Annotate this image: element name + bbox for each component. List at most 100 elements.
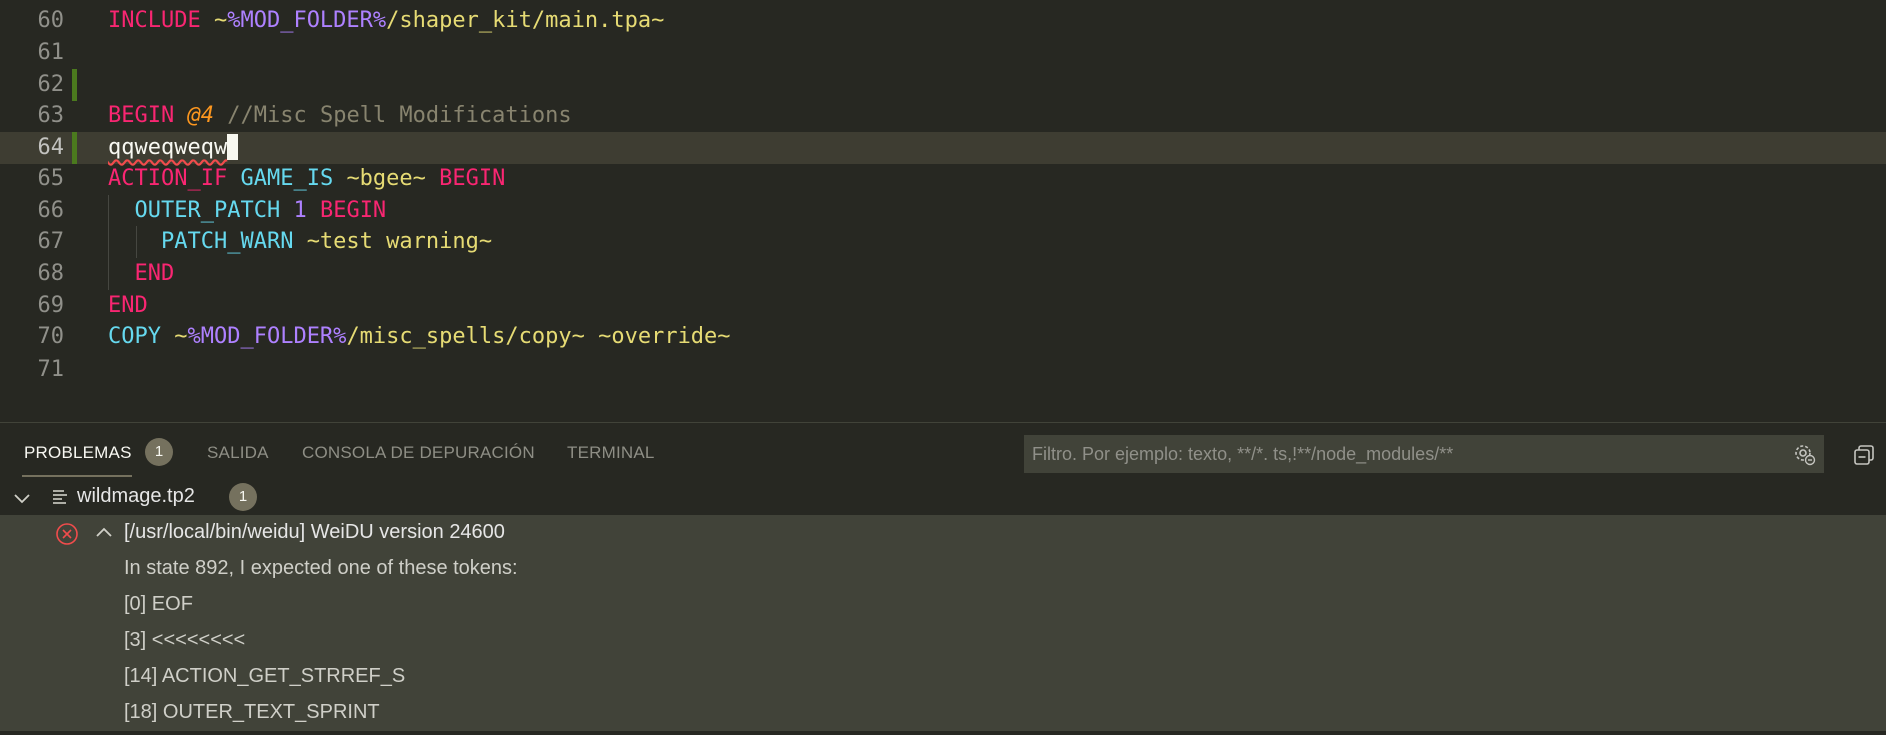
- problem-detail-row[interactable]: [0] EOF: [0, 587, 1886, 623]
- code-token: ~test warning~: [306, 229, 493, 254]
- code-text: END: [108, 290, 148, 322]
- problem-detail: [0] EOF: [124, 593, 193, 615]
- line-number: 71: [37, 357, 65, 382]
- code-token: //Misc Spell Modifications: [227, 103, 572, 128]
- modified-line-marker: [72, 69, 77, 101]
- code-token: COPY: [108, 324, 161, 349]
- code-line[interactable]: 66 OUTER_PATCH 1 BEGIN: [0, 195, 1886, 227]
- code-text: COPY ~%MOD_FOLDER%/misc_spells/copy~ ~ov…: [108, 321, 731, 353]
- problems-filter: [1024, 435, 1824, 473]
- bottom-panel: PROBLEMAS 1 SALIDA CONSOLA DE DEPURACIÓN…: [0, 422, 1886, 735]
- code-token: END: [108, 293, 148, 318]
- code-text: ACTION_IF GAME_IS ~bgee~ BEGIN: [108, 163, 505, 195]
- problem-detail: [3] <<<<<<<<: [124, 629, 246, 651]
- line-number: 63: [37, 103, 65, 128]
- code-line[interactable]: 62: [0, 69, 1886, 101]
- current-line-highlight: [0, 132, 1872, 164]
- code-text: qqweqweqw: [108, 132, 239, 164]
- code-token: %MOD_FOLDER%: [227, 8, 387, 33]
- code-token: ACTION_IF: [108, 166, 228, 191]
- current-code-line[interactable]: 64 qqweqweqw: [0, 132, 1886, 164]
- text-cursor: [227, 133, 239, 160]
- code-token: %MOD_FOLDER%: [187, 324, 347, 349]
- code-text: PATCH_WARN ~test warning~: [108, 226, 492, 258]
- tab-output[interactable]: SALIDA: [207, 443, 269, 463]
- code-token: /shaper_kit/main.tpa~: [386, 8, 665, 33]
- line-number: 62: [37, 72, 65, 97]
- chevron-up-icon[interactable]: [94, 523, 114, 543]
- code-text: END: [108, 258, 175, 290]
- line-number: 60: [37, 8, 65, 33]
- code-line[interactable]: 67 PATCH_WARN ~test warning~: [0, 226, 1886, 258]
- code-token: BEGIN: [108, 103, 175, 128]
- code-text: INCLUDE ~%MOD_FOLDER%/shaper_kit/main.tp…: [108, 5, 664, 37]
- code-token: ~: [174, 324, 188, 349]
- problem-detail: [14] ACTION_GET_STRREF_S: [124, 665, 406, 687]
- file-group-row[interactable]: wildmage.tp2 1: [0, 479, 1886, 515]
- code-token: BEGIN: [319, 198, 387, 223]
- tab-terminal[interactable]: TERMINAL: [567, 443, 655, 463]
- file-problem-count-badge: 1: [229, 483, 257, 511]
- line-number: 67: [37, 229, 65, 254]
- problem-detail: [18] OUTER_TEXT_SPRINT: [124, 701, 380, 723]
- file-name: wildmage.tp2: [77, 485, 195, 507]
- line-number: 61: [37, 40, 65, 65]
- code-text: BEGIN @4 //Misc Spell Modifications: [108, 100, 572, 132]
- code-token: GAME_IS: [240, 166, 334, 191]
- problem-detail-row[interactable]: [14] ACTION_GET_STRREF_S: [0, 659, 1886, 695]
- code-token: @4: [187, 103, 214, 128]
- code-line[interactable]: 60 INCLUDE ~%MOD_FOLDER%/shaper_kit/main.…: [0, 5, 1886, 37]
- code-token: BEGIN: [439, 166, 506, 191]
- problem-message: [/usr/local/bin/weidu] WeiDU version 246…: [124, 521, 505, 543]
- code-line[interactable]: 70 COPY ~%MOD_FOLDER%/misc_spells/copy~ ~…: [0, 321, 1886, 353]
- active-tab-indicator: [22, 475, 132, 477]
- modified-line-marker: [72, 132, 77, 164]
- collapse-all-icon[interactable]: [1852, 443, 1876, 467]
- problems-filter-input[interactable]: [1024, 435, 1784, 473]
- error-circle-icon: [56, 523, 78, 545]
- code-token: END: [134, 261, 175, 286]
- code-editor[interactable]: 60 INCLUDE ~%MOD_FOLDER%/shaper_kit/main.…: [0, 0, 1886, 422]
- chevron-down-icon[interactable]: [12, 488, 32, 508]
- code-line[interactable]: 61: [0, 37, 1886, 69]
- code-token: qqweqweqw: [108, 135, 228, 160]
- code-token: OUTER_PATCH: [134, 198, 281, 223]
- code-token: PATCH_WARN: [160, 229, 294, 254]
- filter-settings-icon[interactable]: [1792, 442, 1816, 466]
- problem-detail-row[interactable]: In state 892, I expected one of these to…: [0, 551, 1886, 587]
- problem-detail: In state 892, I expected one of these to…: [124, 557, 518, 579]
- line-number: 68: [37, 261, 65, 286]
- problem-detail-row[interactable]: [3] <<<<<<<<: [0, 623, 1886, 659]
- code-line[interactable]: 65 ACTION_IF GAME_IS ~bgee~ BEGIN: [0, 163, 1886, 195]
- file-lines-icon: [53, 490, 67, 504]
- code-token: 1: [293, 198, 307, 223]
- line-number: 65: [37, 166, 65, 191]
- panel-tabs: PROBLEMAS 1 SALIDA CONSOLA DE DEPURACIÓN…: [0, 423, 1886, 479]
- line-number: 70: [37, 324, 65, 349]
- code-text: OUTER_PATCH 1 BEGIN: [108, 195, 387, 227]
- problem-detail-row[interactable]: [18] OUTER_TEXT_SPRINT: [0, 695, 1886, 731]
- code-line[interactable]: 71: [0, 354, 1886, 386]
- code-line[interactable]: 69 END: [0, 290, 1886, 322]
- code-token: ~: [213, 8, 228, 33]
- tab-problems[interactable]: PROBLEMAS: [24, 443, 132, 463]
- code-token: INCLUDE: [108, 8, 201, 33]
- code-token: ~bgee~: [346, 166, 426, 191]
- tab-debug-console[interactable]: CONSOLA DE DEPURACIÓN: [302, 443, 535, 463]
- code-line[interactable]: 68 END: [0, 258, 1886, 290]
- line-number: 69: [37, 293, 65, 318]
- code-line[interactable]: 63 BEGIN @4 //Misc Spell Modifications: [0, 100, 1886, 132]
- problem-row[interactable]: [/usr/local/bin/weidu] WeiDU version 246…: [0, 515, 1886, 551]
- line-number: 64: [37, 135, 65, 160]
